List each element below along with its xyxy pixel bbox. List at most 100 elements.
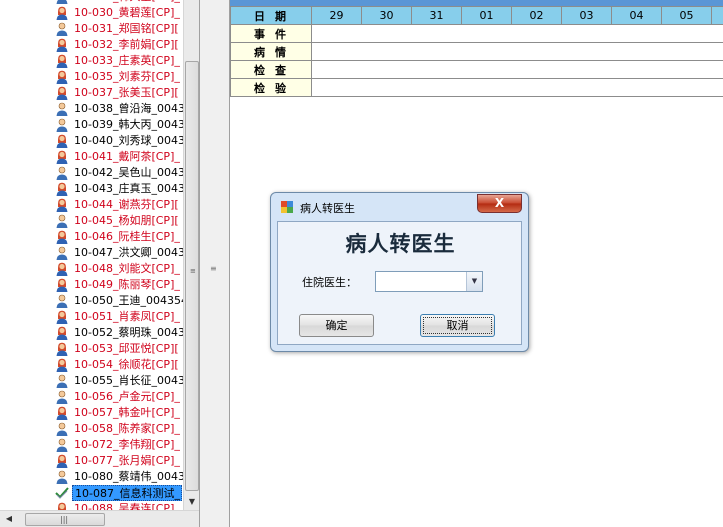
grid-date-header[interactable]: 31: [411, 6, 462, 25]
patient-item[interactable]: 10-037_张美玉[CP][: [0, 85, 183, 101]
scroll-grip-icon: |||: [60, 515, 69, 524]
female-patient-icon: [55, 230, 69, 244]
grid-row-label: 检验: [230, 78, 312, 97]
patient-item[interactable]: 10-052_蔡明珠_0043: [0, 325, 183, 341]
male-patient-icon: [55, 246, 69, 260]
patient-item[interactable]: 10-040_刘秀球_0043: [0, 133, 183, 149]
vertical-scroll-thumb[interactable]: ≡: [185, 61, 199, 491]
dialog-title: 病人转医生: [300, 202, 355, 215]
focus-rect: [423, 317, 492, 334]
patient-item[interactable]: 10-054_徐顺花[CP][: [0, 357, 183, 373]
female-patient-icon: [55, 54, 69, 68]
patient-item-label: 10-040_刘秀球_0043: [74, 134, 183, 147]
male-patient-icon: [55, 470, 69, 484]
patient-item-label: 10-035_刘素芬[CP]_: [74, 70, 180, 83]
patient-item-label: 10-051_肖素凤[CP]_: [74, 310, 180, 323]
patient-item-label: 10-044_谢燕芬[CP][: [74, 198, 179, 211]
patient-item-label: 10-047_洪文卿_0043: [74, 246, 183, 259]
grid-date-header[interactable]: 01: [461, 6, 512, 25]
patient-item[interactable]: 10-047_洪文卿_0043: [0, 245, 183, 261]
grid-date-header[interactable]: 30: [361, 6, 412, 25]
female-patient-icon: [55, 134, 69, 148]
scroll-left-arrow-icon[interactable]: ◀: [2, 511, 16, 527]
scroll-grip-icon: ≡: [190, 267, 196, 275]
transfer-doctor-dialog: 病人转医生 X 病人转医生 住院医生： ▼ 确定 取消: [270, 192, 529, 352]
patient-item-label: 10-041_戴阿茶[CP]_: [74, 150, 180, 163]
patient-item[interactable]: 10-072_李伟翔[CP]_: [0, 437, 183, 453]
grid-row-label: 日期: [230, 6, 312, 25]
female-patient-icon: [55, 150, 69, 164]
patient-item[interactable]: 10-048_刘能文[CP]_: [0, 261, 183, 277]
female-patient-icon: [55, 182, 69, 196]
grid-date-header[interactable]: 05: [661, 6, 712, 25]
patient-item[interactable]: 10-035_刘素芬[CP]_: [0, 69, 183, 85]
female-patient-icon: [55, 310, 69, 324]
close-icon: X: [494, 196, 505, 210]
patient-item[interactable]: 10-042_吴色山_0043: [0, 165, 183, 181]
patient-tree-panel: 10-029_韩大金[CP]_10-030_黄碧莲[CP]_10-031_郑国铭…: [0, 0, 200, 527]
grid-cell[interactable]: [311, 42, 723, 61]
patient-item-selected[interactable]: 10-087_信息科测试_: [0, 485, 183, 501]
patient-item[interactable]: 10-039_韩大丙_0043: [0, 117, 183, 133]
vertical-scrollbar[interactable]: ≡ ▼: [183, 0, 199, 510]
panel-splitter[interactable]: ≡: [200, 0, 230, 527]
grid-row: 检查: [230, 60, 723, 79]
patient-item[interactable]: 10-053_邱亚悦[CP][: [0, 341, 183, 357]
female-patient-icon: [55, 6, 69, 20]
patient-item[interactable]: 10-045_杨如朋[CP][: [0, 213, 183, 229]
grid-date-header[interactable]: 03: [561, 6, 612, 25]
patient-item-label: 10-057_韩金叶[CP]_: [74, 406, 180, 419]
cancel-button[interactable]: 取消: [420, 314, 495, 337]
patient-item[interactable]: 10-031_郑国铭[CP][: [0, 21, 183, 37]
patient-item-label: 10-055_肖长征_0043: [74, 374, 183, 387]
patient-item[interactable]: 10-049_陈丽琴[CP]_: [0, 277, 183, 293]
male-patient-icon: [55, 0, 69, 4]
male-patient-icon: [55, 438, 69, 452]
patient-item[interactable]: 10-030_黄碧莲[CP]_: [0, 5, 183, 21]
patient-item[interactable]: 10-080_蔡靖伟_0043: [0, 469, 183, 485]
patient-item[interactable]: 10-077_张月娟[CP]_: [0, 453, 183, 469]
patient-item-label: 10-087_信息科测试_: [72, 485, 182, 501]
patient-item[interactable]: 10-043_庄真玉_0043: [0, 181, 183, 197]
patient-item[interactable]: 10-050_王迪_004354: [0, 293, 183, 309]
horizontal-scroll-thumb[interactable]: |||: [25, 513, 105, 526]
patient-item[interactable]: 10-041_戴阿茶[CP]_: [0, 149, 183, 165]
female-patient-icon: [55, 38, 69, 52]
grid-date-header[interactable]: 02: [511, 6, 562, 25]
male-patient-icon: [55, 214, 69, 228]
patient-item[interactable]: 10-056_卢金元[CP]_: [0, 389, 183, 405]
patient-item[interactable]: 10-046_阮桂生[CP]_: [0, 229, 183, 245]
grid-cell[interactable]: [311, 60, 723, 79]
grid-row: 病情: [230, 42, 723, 61]
scroll-down-arrow-icon[interactable]: ▼: [185, 494, 199, 509]
patient-item[interactable]: 10-032_李前娟[CP][: [0, 37, 183, 53]
grid-date-header[interactable]: 04: [611, 6, 662, 25]
female-patient-icon: [55, 342, 69, 356]
patient-item[interactable]: 10-057_韩金叶[CP]_: [0, 405, 183, 421]
dialog-title-bar[interactable]: 病人转医生 X: [271, 193, 528, 220]
patient-item[interactable]: 10-051_肖素凤[CP]_: [0, 309, 183, 325]
ok-button[interactable]: 确定: [299, 314, 374, 337]
dialog-body: 病人转医生 住院医生： ▼ 确定 取消: [277, 221, 522, 345]
grid-cell[interactable]: [311, 78, 723, 97]
female-patient-icon: [55, 198, 69, 212]
close-button[interactable]: X: [477, 194, 522, 213]
male-patient-icon: [55, 102, 69, 116]
patient-item[interactable]: 10-055_肖长征_0043: [0, 373, 183, 389]
patient-item-label: 10-077_张月娟[CP]_: [74, 454, 180, 467]
patient-item[interactable]: 10-038_曾沿海_0043: [0, 101, 183, 117]
patient-item[interactable]: 10-033_庄素英[CP]_: [0, 53, 183, 69]
male-patient-icon: [55, 374, 69, 388]
chevron-down-icon[interactable]: ▼: [466, 272, 482, 291]
app-icon: [281, 201, 293, 213]
doctor-select[interactable]: ▼: [375, 271, 483, 292]
horizontal-scrollbar[interactable]: ◀ |||: [0, 510, 199, 527]
patient-item-label: 10-039_韩大丙_0043: [74, 118, 183, 131]
doctor-label: 住院医生：: [302, 276, 357, 289]
male-patient-icon: [55, 390, 69, 404]
patient-item[interactable]: 10-044_谢燕芬[CP][: [0, 197, 183, 213]
grid-date-header[interactable]: 29: [311, 6, 362, 25]
grid-cell[interactable]: [311, 24, 723, 43]
patient-item[interactable]: 10-058_陈养家[CP]_: [0, 421, 183, 437]
patient-item-label: 10-053_邱亚悦[CP][: [74, 342, 179, 355]
